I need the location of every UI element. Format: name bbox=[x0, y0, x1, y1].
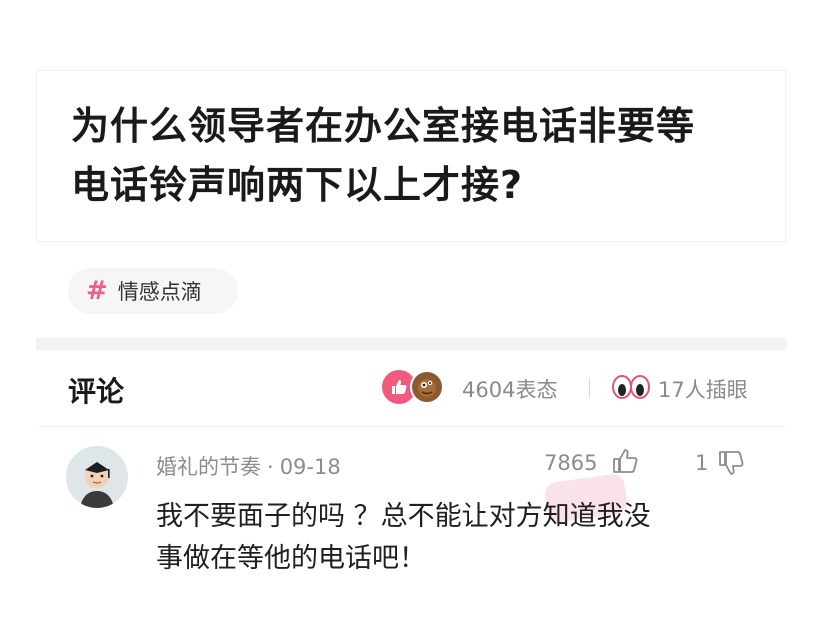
thumb-down-icon[interactable] bbox=[716, 448, 746, 478]
comment-author[interactable]: 婚礼的节奏 bbox=[156, 455, 261, 479]
comment-dislike-count[interactable]: 1 bbox=[695, 451, 708, 475]
comments-header: 评论 4604表态 17人插眼 bbox=[36, 350, 786, 427]
emoji-reaction-icon[interactable] bbox=[410, 370, 444, 404]
avatar[interactable] bbox=[66, 446, 128, 508]
comment-text: 我不要面子的吗 ？总不能让对方知道我没 事做在等他的电话吧！ bbox=[156, 496, 766, 580]
section-divider bbox=[36, 338, 786, 350]
hash-icon: # bbox=[86, 276, 108, 306]
post-title: 为什么领导者在办公室接电话非要等 电话铃声响两下以上才接? bbox=[71, 97, 751, 215]
comment-text-line-2: 事做在等他的电话吧！ bbox=[156, 543, 426, 574]
topic-tag-label: 情感点滴 bbox=[117, 280, 202, 304]
comment-date: 09-18 bbox=[279, 455, 341, 479]
comments-title: 评论 bbox=[68, 375, 125, 408]
comment-meta: 婚礼的节奏 · 09-18 bbox=[156, 451, 341, 481]
topic-tag[interactable]: # 情感点滴 bbox=[68, 268, 238, 314]
thumb-up-icon[interactable] bbox=[610, 446, 640, 476]
post-title-card: 为什么领导者在办公室接电话非要等 电话铃声响两下以上才接? bbox=[36, 70, 786, 242]
comment-like-count[interactable]: 7865 bbox=[544, 451, 597, 475]
comment-text-line-1: 我不要面子的吗 ？总不能让对方知道我没 bbox=[156, 501, 651, 532]
reaction-count[interactable]: 4604表态 bbox=[462, 374, 557, 404]
post-title-line-2: 电话铃声响两下以上才接? bbox=[71, 163, 524, 207]
meta-separator: · bbox=[267, 455, 274, 479]
eyes-icon[interactable] bbox=[611, 372, 651, 402]
insert-eye-count[interactable]: 17人插眼 bbox=[658, 374, 748, 404]
post-title-line-1: 为什么领导者在办公室接电话非要等 bbox=[71, 104, 696, 148]
header-separator bbox=[589, 378, 590, 398]
